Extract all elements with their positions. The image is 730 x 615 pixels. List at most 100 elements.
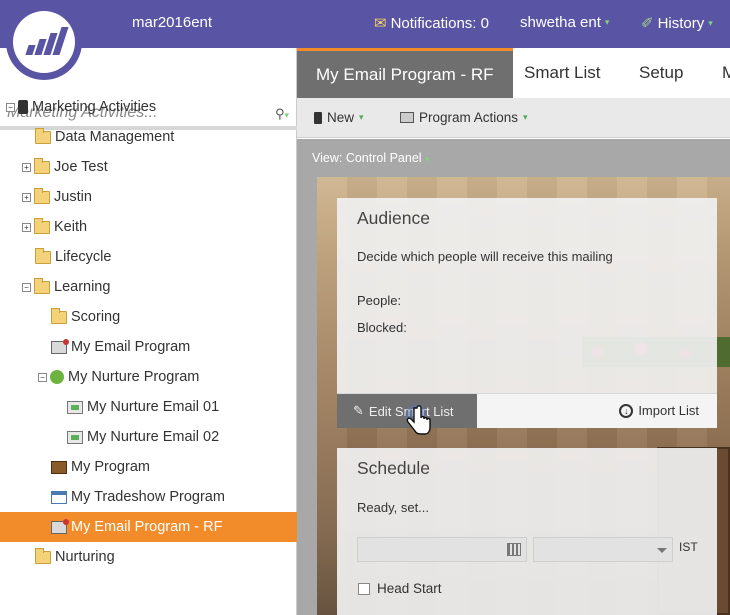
schedule-date-field[interactable] <box>357 537 527 562</box>
history-label: History <box>657 14 705 32</box>
audience-description: Decide which people will receive this ma… <box>357 249 613 264</box>
audience-card: Audience Decide which people will receiv… <box>337 198 717 428</box>
tradeshow-program-icon <box>51 490 67 504</box>
expand-icon[interactable]: + <box>22 222 31 232</box>
schedule-time-select[interactable] <box>533 537 673 562</box>
program-icon <box>51 460 67 474</box>
marketing-activities-icon <box>18 100 28 114</box>
new-icon <box>314 111 322 124</box>
tree-item[interactable]: − Marketing Activities <box>0 92 297 122</box>
folder-icon <box>35 547 51 564</box>
tree-item[interactable]: My Email Program <box>0 332 297 362</box>
email-asset-icon <box>67 400 83 414</box>
program-actions-icon <box>400 112 414 123</box>
marketo-logo[interactable] <box>6 4 82 80</box>
head-start-label: Head Start <box>377 581 442 596</box>
folder-icon <box>35 127 51 144</box>
tree-item-label: Nurturing <box>55 549 115 565</box>
tree-item[interactable]: − Learning <box>0 272 297 302</box>
tree-item-label: My Email Program - RF <box>71 519 223 535</box>
tree-item-label: Marketing Activities <box>32 99 157 115</box>
notifications-link[interactable]: ✉ Notifications: 0 <box>374 14 489 33</box>
collapse-icon[interactable]: − <box>38 372 47 382</box>
history-menu[interactable]: ✐ History ▾ <box>641 14 713 33</box>
chevron-down-icon: ▾ <box>708 17 713 28</box>
tree-item-label: Scoring <box>71 309 121 325</box>
notifications-label: Notifications: 0 <box>390 14 489 32</box>
history-icon: ✐ <box>641 15 654 32</box>
user-name: shwetha ent <box>520 14 601 31</box>
folder-icon <box>34 217 50 234</box>
audience-footer: ✎ Edit Smart List ↓ Import List <box>337 393 717 428</box>
program-actions-label: Program Actions <box>419 110 519 125</box>
audience-title: Audience <box>357 208 430 228</box>
pencil-icon: ✎ <box>353 403 364 418</box>
tree-item[interactable]: Nurturing <box>0 542 297 572</box>
tree-item[interactable]: Scoring <box>0 302 297 332</box>
chevron-down-icon: ▾ <box>604 17 610 27</box>
tree-item[interactable]: My Program <box>0 452 297 482</box>
tree-item[interactable]: + Joe Test <box>0 152 297 182</box>
schedule-status: Ready, set... <box>357 500 430 515</box>
import-list-button[interactable]: ↓ Import List <box>619 403 699 418</box>
tree-item[interactable]: Lifecycle <box>0 242 297 272</box>
tab-more[interactable]: M <box>722 48 730 98</box>
tree-item-label: My Nurture Email 02 <box>87 429 220 445</box>
tree-item-label: Keith <box>54 219 88 235</box>
head-start-option[interactable]: Head Start <box>358 581 442 596</box>
user-menu[interactable]: shwetha ent ▾ <box>520 14 609 31</box>
tree-item[interactable]: My Nurture Email 02 <box>0 422 297 452</box>
folder-icon <box>34 277 50 294</box>
notifications-icon: ✉ <box>374 15 387 32</box>
tree-item[interactable]: My Email Program - RF <box>0 512 297 542</box>
import-list-label: Import List <box>638 403 699 418</box>
new-button[interactable]: New ▾ <box>314 110 364 125</box>
email-asset-icon <box>67 430 83 444</box>
tree-item[interactable]: + Justin <box>0 182 297 212</box>
tree-item[interactable]: Data Management <box>0 122 297 152</box>
email-program-icon <box>51 518 69 534</box>
tree-item-label: Learning <box>54 279 111 295</box>
toolbar: New ▾ Program Actions ▾ <box>297 98 730 138</box>
nurture-program-icon <box>50 370 64 384</box>
tab-smart-list[interactable]: Smart List <box>524 48 601 98</box>
view-bar: View: Control Panel ▾ <box>297 139 730 177</box>
folder-icon <box>34 157 50 174</box>
tree-item[interactable]: − My Nurture Program <box>0 362 297 392</box>
head-start-checkbox[interactable] <box>358 582 370 595</box>
collapse-icon[interactable]: − <box>6 102 15 112</box>
expand-icon[interactable]: + <box>22 162 31 172</box>
tree-item-label: My Nurture Program <box>68 369 200 385</box>
hand-cursor-icon <box>405 404 431 435</box>
blocked-label: Blocked: <box>357 320 407 335</box>
folder-icon <box>51 307 67 324</box>
chevron-down-icon <box>657 548 667 553</box>
tree-item-label: Justin <box>54 189 92 205</box>
schedule-card: Schedule Ready, set... IST Head Start <box>337 448 717 615</box>
tab-setup[interactable]: Setup <box>639 48 683 98</box>
tree-item-label: Joe Test <box>54 159 108 175</box>
top-bar: mar2016ent ✉ Notifications: 0 shwetha en… <box>0 0 730 48</box>
tree-item[interactable]: My Tradeshow Program <box>0 482 297 512</box>
tree-item-label: My Email Program <box>71 339 191 355</box>
view-selector[interactable]: View: Control Panel ▾ <box>312 151 430 165</box>
workspace-name[interactable]: mar2016ent <box>132 14 212 31</box>
calendar-icon[interactable] <box>507 543 521 556</box>
tree-item[interactable]: My Nurture Email 01 <box>0 392 297 422</box>
folder-icon <box>34 187 50 204</box>
tree-item-label: My Program <box>71 459 150 475</box>
collapse-icon[interactable]: − <box>22 282 31 292</box>
new-label: New <box>327 110 355 125</box>
tree-item-label: Data Management <box>55 129 175 145</box>
tab-bar: My Email Program - RF Smart List Setup M <box>297 48 730 98</box>
expand-icon[interactable]: + <box>22 192 31 202</box>
tree-item[interactable]: + Keith <box>0 212 297 242</box>
view-selector-label: View: Control Panel <box>312 151 422 165</box>
program-actions-button[interactable]: Program Actions ▾ <box>400 110 528 125</box>
timezone-label: IST <box>679 540 698 554</box>
tree-item-label: My Nurture Email 01 <box>87 399 220 415</box>
chevron-down-icon: ▾ <box>359 112 364 122</box>
logo-mark <box>13 11 75 73</box>
schedule-title: Schedule <box>357 458 430 478</box>
tab-my-email-program-rf[interactable]: My Email Program - RF <box>297 48 513 98</box>
